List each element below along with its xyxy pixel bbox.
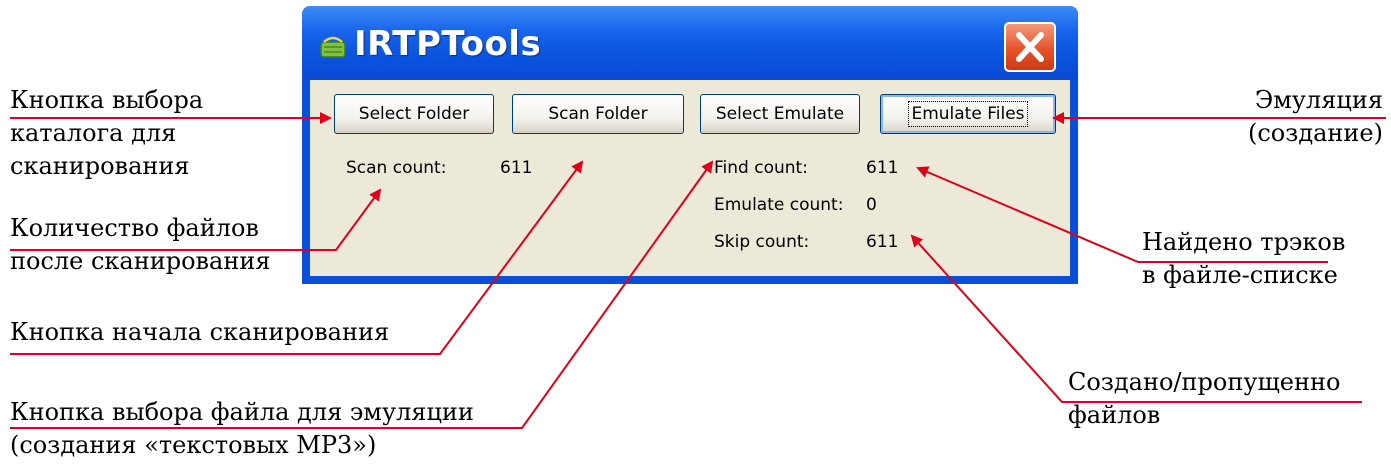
annotation-created-skipped: Создано/пропущенно файлов	[1068, 366, 1340, 432]
select-emulate-label: Select Emulate	[715, 104, 845, 124]
annotation-files-after-scan: Количество файлов после сканирования	[10, 212, 270, 278]
annotation-line: Кнопка выбора	[10, 86, 204, 114]
close-button[interactable]	[1004, 22, 1056, 72]
annotation-line: после сканирования	[10, 247, 271, 275]
find-count-label: Find count:	[714, 158, 808, 178]
scan-folder-button[interactable]: Scan Folder	[512, 94, 684, 134]
window-title: IRTPTools	[354, 24, 542, 64]
annotation-line: Кнопка выбора файла для эмуляции	[10, 398, 474, 426]
client-area: Select Folder Scan Folder Select Emulate…	[310, 80, 1070, 276]
select-emulate-button[interactable]: Select Emulate	[700, 94, 860, 134]
select-folder-button[interactable]: Select Folder	[334, 94, 494, 134]
scan-count-value: 611	[500, 158, 533, 178]
annotation-scan-start: Кнопка начала сканирования	[10, 316, 389, 349]
annotation-line: Эмуляция	[1254, 86, 1383, 114]
annotation-emulation: Эмуляция (создание)	[1248, 84, 1383, 150]
annotation-line: Кнопка начала сканирования	[10, 318, 390, 346]
skip-count-label: Skip count:	[714, 232, 810, 252]
close-icon	[1016, 32, 1044, 62]
annotation-line: Создано/пропущенно	[1068, 368, 1341, 396]
annotation-line: (создания «текстовых MP3»)	[10, 431, 377, 459]
emulate-count-label: Emulate count:	[714, 195, 844, 215]
annotation-line: файлов	[1068, 401, 1161, 429]
annotation-line: каталога для	[10, 119, 177, 147]
find-count-value: 611	[866, 158, 899, 178]
irtptools-window: IRTPTools Select Folder Scan Folder Sele…	[302, 6, 1078, 284]
select-folder-label: Select Folder	[358, 104, 470, 124]
skip-count-value: 611	[866, 232, 899, 252]
scan-folder-label: Scan Folder	[548, 104, 648, 124]
annotation-line: (создание)	[1248, 119, 1383, 147]
annotation-select-emulate: Кнопка выбора файла для эмуляции (создан…	[10, 396, 474, 462]
app-basket-icon	[320, 36, 346, 58]
emulate-files-button[interactable]: Emulate Files	[880, 94, 1056, 134]
title-bar[interactable]: IRTPTools	[302, 6, 1078, 80]
annotation-line: Найдено трэков	[1142, 228, 1346, 256]
annotation-line: в файле-списке	[1142, 261, 1338, 289]
annotation-line: сканирования	[10, 152, 190, 180]
scan-count-label: Scan count:	[346, 158, 447, 178]
emulate-files-label: Emulate Files	[908, 101, 1028, 127]
annotation-line: Количество файлов	[10, 214, 259, 242]
annotation-tracks-found: Найдено трэков в файле-списке	[1142, 226, 1345, 292]
annotation-select-folder: Кнопка выбора каталога для сканирования	[10, 84, 203, 183]
emulate-count-value: 0	[866, 195, 877, 215]
